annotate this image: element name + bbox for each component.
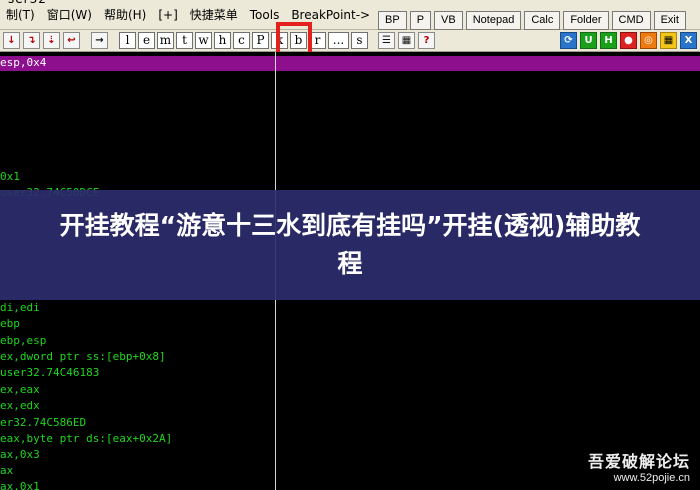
menu-breakpoint[interactable]: BreakPoint-> bbox=[285, 8, 376, 22]
title-banner: 开挂教程“游意十三水到底有挂吗”开挂(透视)辅助教程 bbox=[0, 190, 700, 300]
x-icon[interactable]: X bbox=[680, 32, 697, 49]
watermark: 吾爱破解论坛 www.52pojie.cn bbox=[588, 448, 690, 484]
code-line: ex,dword ptr ss:[ebp+0x8] bbox=[0, 350, 166, 363]
stop-icon[interactable]: ● bbox=[620, 32, 637, 49]
calc-button[interactable]: Calc bbox=[524, 11, 561, 30]
watermark-url: www.52pojie.cn bbox=[613, 472, 690, 484]
code-line: ax bbox=[0, 464, 14, 477]
vb-button[interactable]: VB bbox=[434, 11, 463, 30]
window-title-fragment: ser32 bbox=[8, 0, 47, 6]
exit-button[interactable]: Exit bbox=[653, 11, 686, 30]
menu-tools-partial[interactable]: 制(T) bbox=[0, 6, 41, 23]
menu-help[interactable]: 帮助(H) bbox=[98, 6, 152, 23]
folder-button[interactable]: Folder bbox=[563, 11, 609, 30]
cpu-button[interactable]: c bbox=[233, 32, 250, 49]
cmd-button[interactable]: CMD bbox=[611, 11, 651, 30]
code-line: eax,byte ptr ds:[eax+0x2A] bbox=[0, 432, 173, 445]
code-line: di,edi bbox=[0, 301, 40, 314]
menu-bar: ser32 制(T) 窗口(W) 帮助(H) [+] 快捷菜单 Tools Br… bbox=[0, 0, 700, 30]
step-over-icon[interactable]: ↴ bbox=[23, 32, 40, 49]
code-line: esp,0x4 bbox=[0, 56, 47, 69]
log-window-button[interactable]: l bbox=[119, 32, 136, 49]
memory-button[interactable]: m bbox=[157, 32, 174, 49]
threads-button[interactable]: t bbox=[176, 32, 193, 49]
code-line: ex,edx bbox=[0, 399, 40, 412]
watermark-name: 吾爱破解论坛 bbox=[587, 452, 690, 471]
target-icon[interactable]: ◎ bbox=[640, 32, 657, 49]
code-line: ebp,esp bbox=[0, 334, 47, 347]
code-line: ax,0x3 bbox=[0, 448, 40, 461]
code-line: er32.74C586ED bbox=[0, 416, 87, 429]
u-icon[interactable]: U bbox=[580, 32, 597, 49]
selected-line-bar bbox=[0, 56, 700, 71]
notepad-button[interactable]: Notepad bbox=[465, 11, 522, 30]
window-buttons: BP P VB Notepad Calc Folder CMD Exit bbox=[378, 11, 686, 30]
menu-window[interactable]: 窗口(W) bbox=[41, 6, 98, 23]
refresh-icon[interactable]: ⟳ bbox=[560, 32, 577, 49]
menu-shortcut[interactable]: 快捷菜单 bbox=[184, 6, 244, 23]
code-line: ebp bbox=[0, 317, 20, 330]
step-into-icon[interactable]: ↓ bbox=[3, 32, 20, 49]
execute-till-return-icon[interactable]: → bbox=[91, 32, 108, 49]
code-line: ax,0x1 bbox=[0, 480, 40, 490]
patches-button[interactable]: P bbox=[252, 32, 269, 49]
patch-icon[interactable]: ▦ bbox=[398, 32, 415, 49]
toolbar: ↓ ↴ ⇣ ↩ → l e m t w h c P k b r ... s ☰ … bbox=[0, 30, 700, 52]
windows-button[interactable]: w bbox=[195, 32, 212, 49]
banner-title: 开挂教程“游意十三水到底有挂吗”开挂(透视)辅助教程 bbox=[59, 211, 641, 278]
menu-plus[interactable]: [+] bbox=[152, 8, 183, 22]
h-icon[interactable]: H bbox=[600, 32, 617, 49]
bp-button[interactable]: BP bbox=[378, 11, 407, 30]
trace-into-icon[interactable]: ⇣ bbox=[43, 32, 60, 49]
source-button[interactable]: s bbox=[351, 32, 368, 49]
help-icon[interactable]: ? bbox=[418, 32, 435, 49]
handles-button[interactable]: h bbox=[214, 32, 231, 49]
grid-icon[interactable]: ▦ bbox=[660, 32, 677, 49]
menu-tools[interactable]: Tools bbox=[244, 8, 286, 22]
list-icon[interactable]: ☰ bbox=[378, 32, 395, 49]
run-trace-button[interactable]: ... bbox=[328, 32, 349, 49]
code-line: 0x1 bbox=[0, 170, 20, 183]
p-button[interactable]: P bbox=[409, 11, 432, 30]
code-line: ex,eax bbox=[0, 383, 40, 396]
code-line: user32.74C46183 bbox=[0, 366, 100, 379]
trace-over-icon[interactable]: ↩ bbox=[63, 32, 80, 49]
modules-button[interactable]: e bbox=[138, 32, 155, 49]
